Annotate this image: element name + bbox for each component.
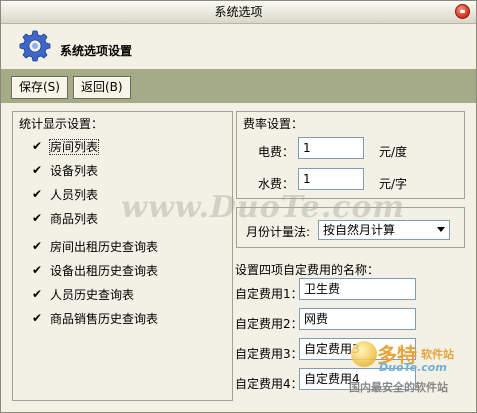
checkbox-checked-icon[interactable] xyxy=(31,137,44,155)
toolbar: 保存(S) 返回(B) xyxy=(1,69,476,103)
title-bar: 系统选项 xyxy=(1,1,476,24)
checkbox-staff-list[interactable]: 人员列表 xyxy=(31,185,99,204)
checkbox-checked-icon[interactable] xyxy=(31,261,44,279)
header-banner: 系统选项设置 xyxy=(1,24,476,68)
checkbox-checked-icon[interactable] xyxy=(31,209,44,227)
checkbox-product-sales-history[interactable]: 商品销售历史查询表 xyxy=(31,309,159,328)
checkbox-label: 商品销售历史查询表 xyxy=(50,312,159,326)
checkbox-product-list[interactable]: 商品列表 xyxy=(31,209,99,228)
system-options-window: 系统选项 系统选项设置 保存(S) 返回(B) 统计显示设置： 房间列表 设备列… xyxy=(0,0,477,413)
checkbox-label: 商品列表 xyxy=(50,212,99,226)
corner-url: DuoTe.com xyxy=(379,361,447,374)
checkbox-room-list[interactable]: 房间列表 xyxy=(31,137,100,156)
rates-group-title: 费率设置： xyxy=(243,117,304,131)
custom-fee-1-label: 自定费用1： xyxy=(235,287,303,301)
monthly-method-value: 按自然月计算 xyxy=(323,223,396,237)
checkbox-checked-icon[interactable] xyxy=(31,285,44,303)
checkbox-label: 房间出租历史查询表 xyxy=(50,240,159,254)
checkbox-checked-icon[interactable] xyxy=(31,237,44,255)
corner-brand-small: 软件站 xyxy=(421,348,454,361)
corner-slogan: 国内最安全的软件站 xyxy=(349,381,448,394)
electric-fee-unit: 元/度 xyxy=(379,145,408,159)
center-watermark: www.DuoTe.com xyxy=(121,190,406,225)
brand-logo-icon xyxy=(351,341,377,367)
dropdown-arrow-icon[interactable] xyxy=(437,227,445,232)
checkbox-label: 设备出租历史查询表 xyxy=(50,264,159,278)
custom-fee-1-input[interactable]: 卫生费 xyxy=(299,278,416,300)
header-title: 系统选项设置 xyxy=(60,44,133,58)
checkbox-checked-icon[interactable] xyxy=(31,185,44,203)
back-button[interactable]: 返回(B) xyxy=(73,76,131,99)
electric-fee-input[interactable]: 1 xyxy=(298,137,364,159)
monthly-method-label: 月份计量法: xyxy=(246,225,311,239)
checkbox-checked-icon[interactable] xyxy=(31,309,44,327)
checkbox-label: 设备列表 xyxy=(50,164,99,178)
checkbox-room-rental-history[interactable]: 房间出租历史查询表 xyxy=(31,237,159,256)
custom-fee-2-label: 自定费用2： xyxy=(235,317,303,331)
custom-fees-title: 设置四项自定费用的名称： xyxy=(235,263,380,277)
water-fee-input[interactable]: 1 xyxy=(298,168,364,190)
custom-fee-3-label: 自定费用3： xyxy=(235,347,303,361)
checkbox-equipment-list[interactable]: 设备列表 xyxy=(31,161,99,180)
save-button[interactable]: 保存(S) xyxy=(11,76,68,99)
gear-icon xyxy=(19,30,51,62)
checkbox-equipment-rental-history[interactable]: 设备出租历史查询表 xyxy=(31,261,159,280)
custom-fee-4-label: 自定费用4： xyxy=(235,377,303,391)
close-window-button[interactable] xyxy=(455,4,470,19)
checkbox-label: 房间列表 xyxy=(48,139,100,155)
corner-watermark: 多特 软件站 DuoTe.com 国内最安全的软件站 xyxy=(349,339,474,404)
window-title: 系统选项 xyxy=(214,5,263,19)
electric-fee-label: 电费： xyxy=(258,145,295,159)
custom-fee-2-input[interactable]: 网费 xyxy=(299,308,416,330)
checkbox-staff-history[interactable]: 人员历史查询表 xyxy=(31,285,135,304)
checkbox-label: 人员历史查询表 xyxy=(50,288,135,302)
stats-group-title: 统计显示设置： xyxy=(19,117,104,131)
checkbox-label: 人员列表 xyxy=(50,188,99,202)
checkbox-checked-icon[interactable] xyxy=(31,161,44,179)
